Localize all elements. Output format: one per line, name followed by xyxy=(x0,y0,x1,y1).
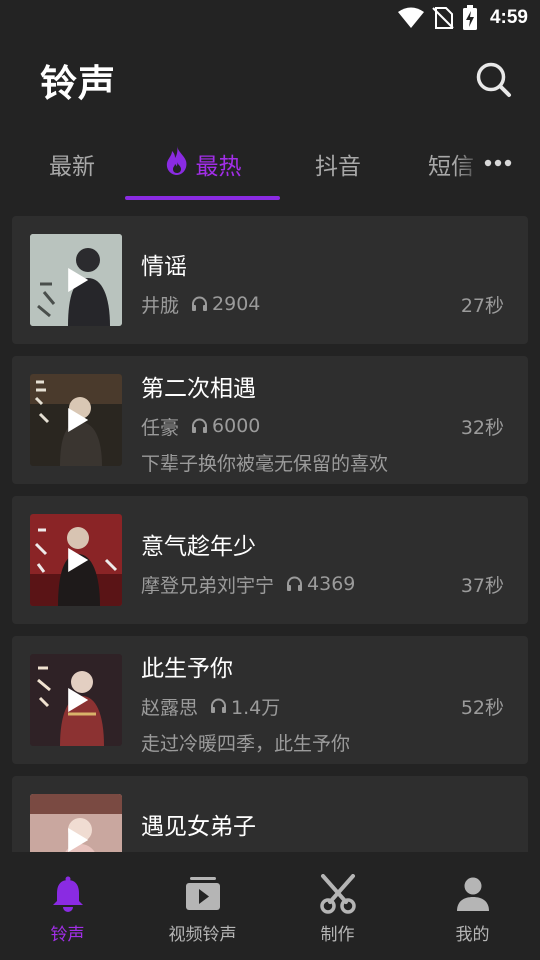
play-count: 6000 xyxy=(191,415,260,437)
song-title: 此生予你 xyxy=(141,656,233,682)
play-count: 4369 xyxy=(286,573,355,595)
duration: 52秒 xyxy=(460,696,504,719)
artist-name: 赵露思 xyxy=(141,696,199,719)
play-icon xyxy=(68,268,89,292)
headphones-icon xyxy=(192,296,208,311)
flame-icon xyxy=(164,145,190,183)
cover-thumbnail[interactable] xyxy=(30,234,122,326)
tab-label: 最热 xyxy=(195,154,242,180)
page-title: 铃声 xyxy=(40,62,116,105)
play-count-value: 2904 xyxy=(212,293,261,315)
artist-name: 摩登兄弟刘宇宁 xyxy=(141,574,275,597)
duration: 27秒 xyxy=(460,294,504,317)
nav-label: 我的 xyxy=(455,925,490,945)
song-meta: 井胧 2904 27秒 xyxy=(141,290,504,318)
song-title: 意气趁年少 xyxy=(141,534,256,560)
nav-label: 制作 xyxy=(320,925,355,945)
battery-charging-icon xyxy=(462,5,478,31)
bell-icon xyxy=(52,876,83,912)
ringtone-card[interactable]: 此生予你 赵露思 1.4万 52秒 走过冷暖四季，此生予你 xyxy=(12,636,528,764)
tab-latest[interactable]: 最新 xyxy=(32,136,112,192)
cover-thumbnail[interactable] xyxy=(30,374,122,466)
status-bar: 4:59 xyxy=(0,0,540,36)
song-meta: 任豪 6000 32秒 xyxy=(141,412,504,440)
nav-ringtones[interactable]: 铃声 xyxy=(0,852,135,960)
headphones-icon xyxy=(287,576,303,591)
video-play-icon xyxy=(185,877,220,910)
song-meta: 摩登兄弟刘宇宁 4369 37秒 xyxy=(141,570,504,598)
ringtone-app: 4:59 铃声 最新 最热 抖音 短信 情谣 井胧 2904 27秒 第二次相遇… xyxy=(0,0,540,960)
nav-video-ringtones[interactable]: 视频铃声 xyxy=(135,852,270,960)
headphones-icon xyxy=(211,698,227,713)
play-count: 2904 xyxy=(191,293,260,315)
song-meta: 赵露思 1.4万 52秒 xyxy=(141,692,504,720)
play-count-value: 1.4万 xyxy=(231,696,281,719)
nav-label: 铃声 xyxy=(50,925,85,945)
headphones-icon xyxy=(192,418,208,433)
more-tabs-button[interactable] xyxy=(478,148,518,178)
tab-hottest[interactable]: 最热 xyxy=(125,136,280,192)
category-tabs: 最新 最热 抖音 短信 xyxy=(0,136,540,202)
cover-thumbnail[interactable] xyxy=(30,794,122,852)
ringtone-card[interactable]: 情谣 井胧 2904 27秒 xyxy=(12,216,528,344)
no-sim-icon xyxy=(432,6,454,30)
song-description: 走过冷暖四季，此生予你 xyxy=(141,733,351,755)
play-icon xyxy=(68,828,89,852)
nav-label: 视频铃声 xyxy=(168,925,237,945)
search-button[interactable] xyxy=(474,60,514,100)
duration: 32秒 xyxy=(460,416,504,439)
tab-label: 短信 xyxy=(428,154,474,180)
song-title: 情谣 xyxy=(141,254,187,280)
person-icon xyxy=(456,877,489,911)
more-dots-icon xyxy=(484,159,512,167)
play-icon xyxy=(68,548,89,572)
search-icon xyxy=(476,62,511,97)
play-count-value: 6000 xyxy=(212,415,261,437)
status-time: 4:59 xyxy=(489,7,528,28)
tab-douyin[interactable]: 抖音 xyxy=(298,136,378,192)
duration: 37秒 xyxy=(460,574,504,597)
header: 铃声 xyxy=(0,50,540,110)
play-count: 1.4万 xyxy=(210,693,280,720)
nav-profile[interactable]: 我的 xyxy=(405,852,540,960)
cover-thumbnail[interactable] xyxy=(30,514,122,606)
wifi-icon xyxy=(397,7,424,29)
tab-label: 抖音 xyxy=(315,154,361,180)
scissors-icon xyxy=(319,874,356,914)
play-icon xyxy=(68,688,89,712)
bottom-navigation: 铃声 视频铃声 制作 我的 xyxy=(0,852,540,960)
song-title: 第二次相遇 xyxy=(141,376,256,402)
ringtone-card[interactable]: 遇见女弟子 xyxy=(12,776,528,852)
play-icon xyxy=(68,408,89,432)
active-tab-indicator xyxy=(125,196,280,200)
cover-thumbnail[interactable] xyxy=(30,654,122,746)
play-count-value: 4369 xyxy=(307,573,356,595)
artist-name: 井胧 xyxy=(141,294,180,317)
ringtone-card[interactable]: 第二次相遇 任豪 6000 32秒 下辈子换你被毫无保留的喜欢 xyxy=(12,356,528,484)
ringtone-card[interactable]: 意气趁年少 摩登兄弟刘宇宁 4369 37秒 xyxy=(12,496,528,624)
artist-name: 任豪 xyxy=(141,416,180,439)
song-description: 下辈子换你被毫无保留的喜欢 xyxy=(141,453,389,475)
song-title: 遇见女弟子 xyxy=(141,814,256,840)
nav-create[interactable]: 制作 xyxy=(270,852,405,960)
ringtone-list: 情谣 井胧 2904 27秒 第二次相遇 任豪 6000 32秒 下辈子换你被毫… xyxy=(12,216,528,852)
tab-label: 最新 xyxy=(49,154,95,180)
